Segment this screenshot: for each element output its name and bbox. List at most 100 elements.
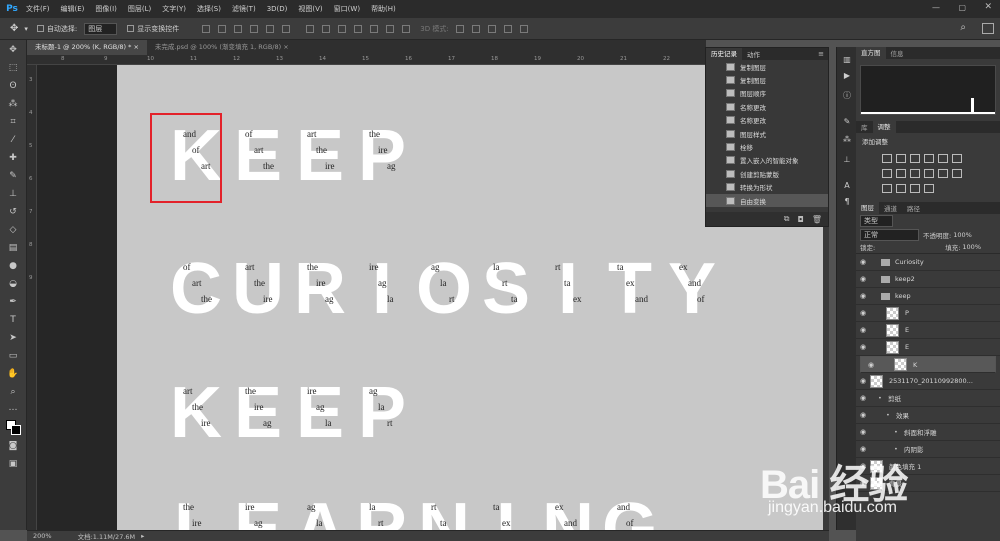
history-item[interactable]: 栓移 — [706, 140, 828, 153]
auto-align-icon[interactable] — [402, 24, 411, 33]
visibility-eye-icon[interactable]: ◉ — [856, 326, 870, 334]
tab-layers[interactable]: 图层 — [856, 202, 879, 214]
tab-paths[interactable]: 路径 — [902, 203, 925, 213]
curves-icon[interactable] — [910, 154, 920, 163]
panel-menu-icon[interactable]: ≡ — [818, 50, 828, 58]
menu-layer[interactable]: 图层(L) — [128, 4, 151, 14]
layer-row[interactable]: ◉ Curiosity — [856, 254, 1000, 271]
visibility-eye-icon[interactable]: ◉ — [856, 275, 870, 283]
align-top-icon[interactable] — [202, 24, 211, 33]
layer-row[interactable]: ◉ P — [856, 305, 1000, 322]
screen-mode-icon[interactable]: ▣ — [7, 458, 19, 470]
history-item[interactable]: 名称更改 — [706, 100, 828, 113]
maximize-icon[interactable]: ▢ — [958, 3, 966, 12]
color-balance-icon[interactable] — [882, 169, 892, 178]
crop-tool-icon[interactable]: ⌗ — [7, 116, 19, 128]
tool-preset-chevron-icon[interactable]: ▾ — [24, 25, 28, 33]
layer-row[interactable]: ◉ • 剪纸 — [856, 390, 1000, 407]
shape-tool-icon[interactable]: ▭ — [7, 350, 19, 362]
status-menu-icon[interactable]: ▸ — [141, 532, 144, 540]
distribute-top-icon[interactable] — [306, 24, 315, 33]
channel-mixer-icon[interactable] — [924, 169, 934, 178]
new-document-from-state-icon[interactable]: ⧉ — [784, 214, 790, 224]
menu-file[interactable]: 文件(F) — [26, 4, 50, 14]
background-color-swatch[interactable] — [11, 425, 21, 435]
blur-tool-icon[interactable]: ● — [7, 260, 19, 272]
3d-pan-icon[interactable] — [487, 24, 496, 33]
selective-color-icon[interactable] — [924, 184, 934, 193]
path-select-tool-icon[interactable]: ➤ — [7, 332, 19, 344]
visibility-eye-icon[interactable]: ◉ — [864, 360, 878, 370]
search-icon[interactable]: ⌕ — [960, 22, 966, 33]
distribute-hcenter-icon[interactable] — [370, 24, 379, 33]
3d-slide-icon[interactable] — [503, 24, 512, 33]
menu-3d[interactable]: 3D(D) — [267, 5, 288, 13]
layer-row[interactable]: ◉ keep — [856, 288, 1000, 305]
history-item[interactable]: 转换为形状 — [706, 181, 828, 194]
menu-view[interactable]: 视图(V) — [298, 4, 322, 14]
clone-stamp-tool-icon[interactable]: ⊥ — [7, 188, 19, 200]
history-panel-icon[interactable]: ▥ — [842, 55, 852, 65]
visibility-eye-icon[interactable]: ◉ — [856, 394, 870, 402]
history-item[interactable]: 创建剪贴蒙版 — [706, 167, 828, 180]
black-white-icon[interactable] — [896, 169, 906, 178]
lasso-tool-icon[interactable]: ʘ — [7, 80, 19, 92]
dodge-tool-icon[interactable]: ◒ — [7, 278, 19, 290]
photo-filter-icon[interactable] — [910, 169, 920, 178]
snapshot-camera-icon[interactable]: ◘ — [798, 215, 804, 224]
pen-tool-icon[interactable]: ✒ — [7, 296, 19, 308]
tab-unfinished-psd[interactable]: 未完成.psd @ 100% (渐变填充 1, RGB/8) × — [146, 40, 297, 55]
layer-row[interactable]: ◉ E — [856, 322, 1000, 339]
posterize-icon[interactable] — [882, 184, 892, 193]
layer-row[interactable]: ◉ keep2 — [856, 271, 1000, 288]
history-item[interactable]: 名称更改 — [706, 114, 828, 127]
zoom-tool-icon[interactable]: ⌕ — [7, 386, 19, 398]
color-lookup-icon[interactable] — [938, 169, 948, 178]
workspace-icon[interactable] — [982, 23, 994, 34]
align-right-icon[interactable] — [282, 24, 291, 33]
menu-select[interactable]: 选择(S) — [197, 4, 221, 14]
paragraph-icon[interactable]: ¶ — [842, 197, 852, 207]
brushes-icon[interactable]: ⁂ — [842, 135, 852, 145]
minimize-icon[interactable]: — — [932, 3, 940, 12]
layer-row[interactable]: ◉ 2531170_20110992800... — [856, 373, 1000, 390]
hand-tool-icon[interactable]: ✋ — [7, 368, 19, 380]
history-item[interactable]: 自由变换 — [706, 193, 828, 208]
tab-actions[interactable]: 动作 — [742, 49, 765, 59]
tab-adjustments[interactable]: 调整 — [872, 121, 896, 133]
visibility-eye-icon[interactable]: ◉ — [856, 258, 870, 266]
distribute-left-icon[interactable] — [354, 24, 363, 33]
invert-icon[interactable] — [952, 169, 962, 178]
eyedropper-tool-icon[interactable]: ⁄ — [7, 134, 19, 146]
gradient-map-icon[interactable] — [910, 184, 920, 193]
menu-window[interactable]: 窗口(W) — [334, 4, 360, 14]
layer-row[interactable]: ◉ • 斜面和浮雕 — [856, 424, 1000, 441]
vibrance-icon[interactable] — [938, 154, 948, 163]
3d-roll-icon[interactable] — [471, 24, 480, 33]
menu-image[interactable]: 图像(I) — [95, 4, 117, 14]
more-tools-icon[interactable]: … — [7, 402, 19, 414]
marquee-tool-icon[interactable]: ⬚ — [7, 62, 19, 74]
type-tool-icon[interactable]: T — [7, 314, 19, 326]
blend-mode-dropdown[interactable]: 正常 — [860, 228, 919, 241]
tab-info[interactable]: 信息 — [886, 48, 909, 58]
brush-tool-icon[interactable]: ✎ — [7, 170, 19, 182]
play-action-icon[interactable]: ▶ — [842, 71, 852, 81]
3d-orbit-icon[interactable] — [455, 24, 464, 33]
move-tool-icon[interactable]: ✥ — [10, 23, 18, 34]
history-item[interactable]: 复制图层 — [706, 73, 828, 86]
fill-value[interactable]: 100% — [962, 243, 981, 251]
quick-select-tool-icon[interactable]: ⁂ — [7, 98, 19, 110]
distribute-bottom-icon[interactable] — [338, 24, 347, 33]
opacity-value[interactable]: 100% — [953, 231, 972, 239]
eraser-tool-icon[interactable]: ◇ — [7, 224, 19, 236]
history-item[interactable]: 复制图层 — [706, 60, 828, 73]
clone-source-icon[interactable]: ⊥ — [842, 155, 852, 165]
layer-row[interactable]: ◉ • 效果 — [856, 407, 1000, 424]
align-vcenter-icon[interactable] — [218, 24, 227, 33]
close-icon[interactable]: ✕ — [984, 2, 992, 12]
align-left-icon[interactable] — [250, 24, 259, 33]
menu-type[interactable]: 文字(Y) — [162, 4, 186, 14]
menu-edit[interactable]: 编辑(E) — [61, 4, 85, 14]
brightness-icon[interactable] — [882, 154, 892, 163]
